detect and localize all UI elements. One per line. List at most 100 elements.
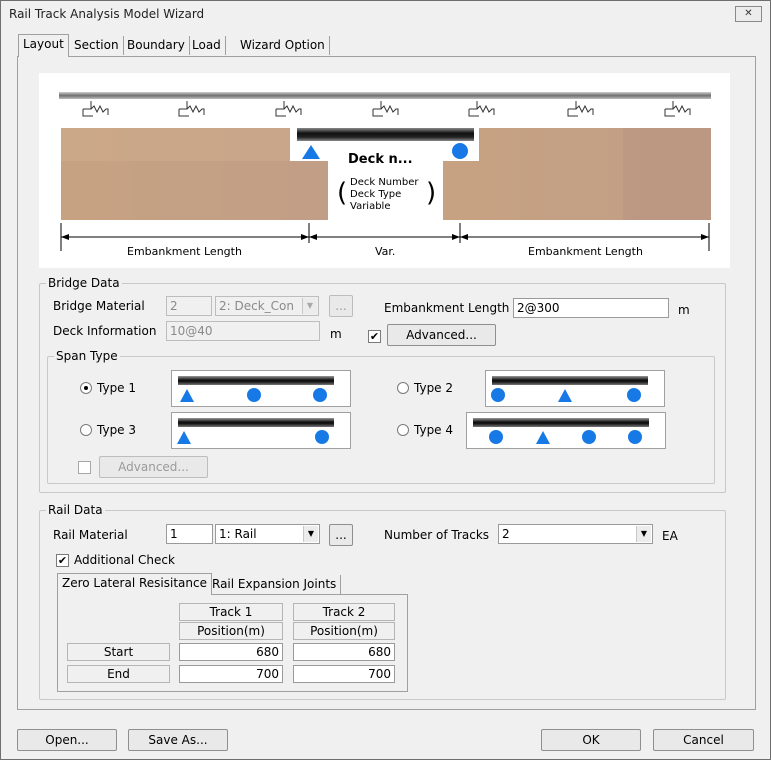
span-type-3-radio[interactable] <box>80 424 92 436</box>
cancel-button[interactable]: Cancel <box>653 729 754 751</box>
chevron-down-icon[interactable]: ▼ <box>636 526 651 542</box>
end-track-2-input[interactable]: 700 <box>293 665 395 683</box>
deck-note-paren: ( <box>337 178 347 208</box>
ok-button[interactable]: OK <box>541 729 641 751</box>
additional-check-label[interactable]: Additional Check <box>74 553 175 567</box>
span-advanced-button[interactable]: Advanced... <box>99 456 208 478</box>
span-advanced-checkbox[interactable] <box>78 461 91 474</box>
roller-support-icon <box>247 388 261 402</box>
deck-note-line-3: Variable <box>350 201 391 212</box>
span-beam <box>473 418 649 427</box>
number-of-tracks-value: 2 <box>502 527 510 541</box>
roller-support-icon <box>627 388 641 402</box>
rail-data-label: Rail Data <box>46 503 105 517</box>
pin-support-icon <box>558 389 572 402</box>
bridge-material-combo-value: 2: Deck_Con <box>219 299 294 313</box>
bridge-data-label: Bridge Data <box>46 276 122 290</box>
bridge-material-browse-button[interactable]: ... <box>329 295 353 317</box>
tab-layout[interactable]: Layout <box>18 34 69 57</box>
bridge-material-label: Bridge Material <box>53 299 145 313</box>
start-track-1-input[interactable]: 680 <box>179 643 283 661</box>
dim-mid-label: Var. <box>375 245 395 258</box>
rail-material-label: Rail Material <box>53 528 128 542</box>
save-as-button[interactable]: Save As... <box>128 729 228 751</box>
deck-information-unit: m <box>330 327 342 341</box>
deck-beam <box>297 128 474 141</box>
track-1-subheader: Position(m) <box>179 622 283 640</box>
layout-diagram: Deck n... ( ) Deck Number Deck Type Vari… <box>39 73 730 268</box>
subtab-zero-lateral[interactable]: Zero Lateral Resisitance <box>57 573 212 595</box>
roller-support-icon <box>628 430 642 444</box>
span-type-3-preview <box>171 412 351 449</box>
pin-support-icon <box>536 431 550 444</box>
embankment-length-label: Embankment Length <box>384 301 510 315</box>
deck-triangle-support <box>302 145 320 159</box>
title-bar: Rail Track Analysis Model Wizard ✕ <box>1 1 770 28</box>
bridge-advanced-checkbox[interactable]: ✔ <box>368 330 381 343</box>
bridge-material-combo[interactable]: 2: Deck_Con ▼ <box>215 296 319 316</box>
additional-check-checkbox[interactable]: ✔ <box>56 554 69 567</box>
chevron-down-icon[interactable]: ▼ <box>302 298 317 314</box>
deck-information-label: Deck Information <box>53 324 157 338</box>
span-type-3-label[interactable]: Type 3 <box>97 423 136 437</box>
tab-load[interactable]: Load <box>188 36 226 55</box>
span-type-1-radio[interactable] <box>80 382 92 394</box>
deck-note-paren-close: ) <box>426 178 436 208</box>
bridge-advanced-button[interactable]: Advanced... <box>387 324 496 346</box>
pin-support-icon <box>180 389 194 402</box>
span-type-label: Span Type <box>54 349 120 363</box>
pin-support-icon <box>177 431 191 444</box>
subtab-rail-expansion[interactable]: Rail Expansion Joints <box>208 575 342 595</box>
span-type-4-preview <box>466 412 666 449</box>
roller-support-icon <box>313 388 327 402</box>
deck-label: Deck n... <box>348 152 413 167</box>
deck-note-line-1: Deck Number <box>350 177 419 188</box>
span-type-4-label[interactable]: Type 4 <box>414 423 453 437</box>
span-type-1-label[interactable]: Type 1 <box>97 381 136 395</box>
diagram-svg: Deck n... ( ) Deck Number Deck Type Vari… <box>59 92 711 258</box>
start-track-2-input[interactable]: 680 <box>293 643 395 661</box>
dim-right-label: Embankment Length <box>528 245 643 258</box>
rail-material-combo[interactable]: 1: Rail ▼ <box>215 524 320 544</box>
spring-supports <box>82 101 691 117</box>
chevron-down-icon[interactable]: ▼ <box>303 526 318 542</box>
embankment-length-input[interactable]: 2@300 <box>513 298 669 318</box>
end-track-1-input[interactable]: 700 <box>179 665 283 683</box>
span-type-4-radio[interactable] <box>397 424 409 436</box>
open-button[interactable]: Open... <box>17 729 117 751</box>
number-of-tracks-label: Number of Tracks <box>384 528 490 542</box>
roller-support-icon <box>489 430 503 444</box>
span-type-2-preview <box>485 370 665 407</box>
close-icon[interactable]: ✕ <box>735 6 762 22</box>
deck-information-field[interactable]: 10@40 <box>166 321 320 341</box>
rail-line <box>59 92 711 99</box>
number-of-tracks-combo[interactable]: 2 ▼ <box>498 524 653 544</box>
wizard-window: Rail Track Analysis Model Wizard ✕ Layou… <box>0 0 771 760</box>
track-2-header: Track 2 <box>293 603 395 621</box>
tab-section[interactable]: Section <box>70 36 124 55</box>
rail-material-id-field[interactable]: 1 <box>166 524 213 544</box>
track-1-header: Track 1 <box>179 603 283 621</box>
span-type-2-radio[interactable] <box>397 382 409 394</box>
roller-support-icon <box>582 430 596 444</box>
bridge-material-id-field[interactable]: 2 <box>166 296 212 316</box>
span-beam <box>178 418 334 427</box>
span-beam <box>178 376 334 385</box>
deck-note-line-2: Deck Type <box>350 189 401 200</box>
tab-wizard-option[interactable]: Wizard Option <box>236 36 330 55</box>
roller-support-icon <box>491 388 505 402</box>
rail-material-browse-button[interactable]: ... <box>329 524 353 546</box>
row-label-start: Start <box>67 643 170 661</box>
span-type-1-preview <box>171 370 351 407</box>
embankment-unit: m <box>678 303 690 317</box>
roller-support-icon <box>315 430 329 444</box>
track-2-subheader: Position(m) <box>293 622 395 640</box>
deck-circle-support <box>452 143 468 159</box>
span-beam <box>492 376 648 385</box>
dim-left-label: Embankment Length <box>127 245 242 258</box>
rail-material-combo-value: 1: Rail <box>219 527 257 541</box>
span-type-2-label[interactable]: Type 2 <box>414 381 453 395</box>
number-of-tracks-unit: EA <box>662 529 678 543</box>
tab-boundary[interactable]: Boundary <box>123 36 190 55</box>
window-title: Rail Track Analysis Model Wizard <box>9 7 205 21</box>
